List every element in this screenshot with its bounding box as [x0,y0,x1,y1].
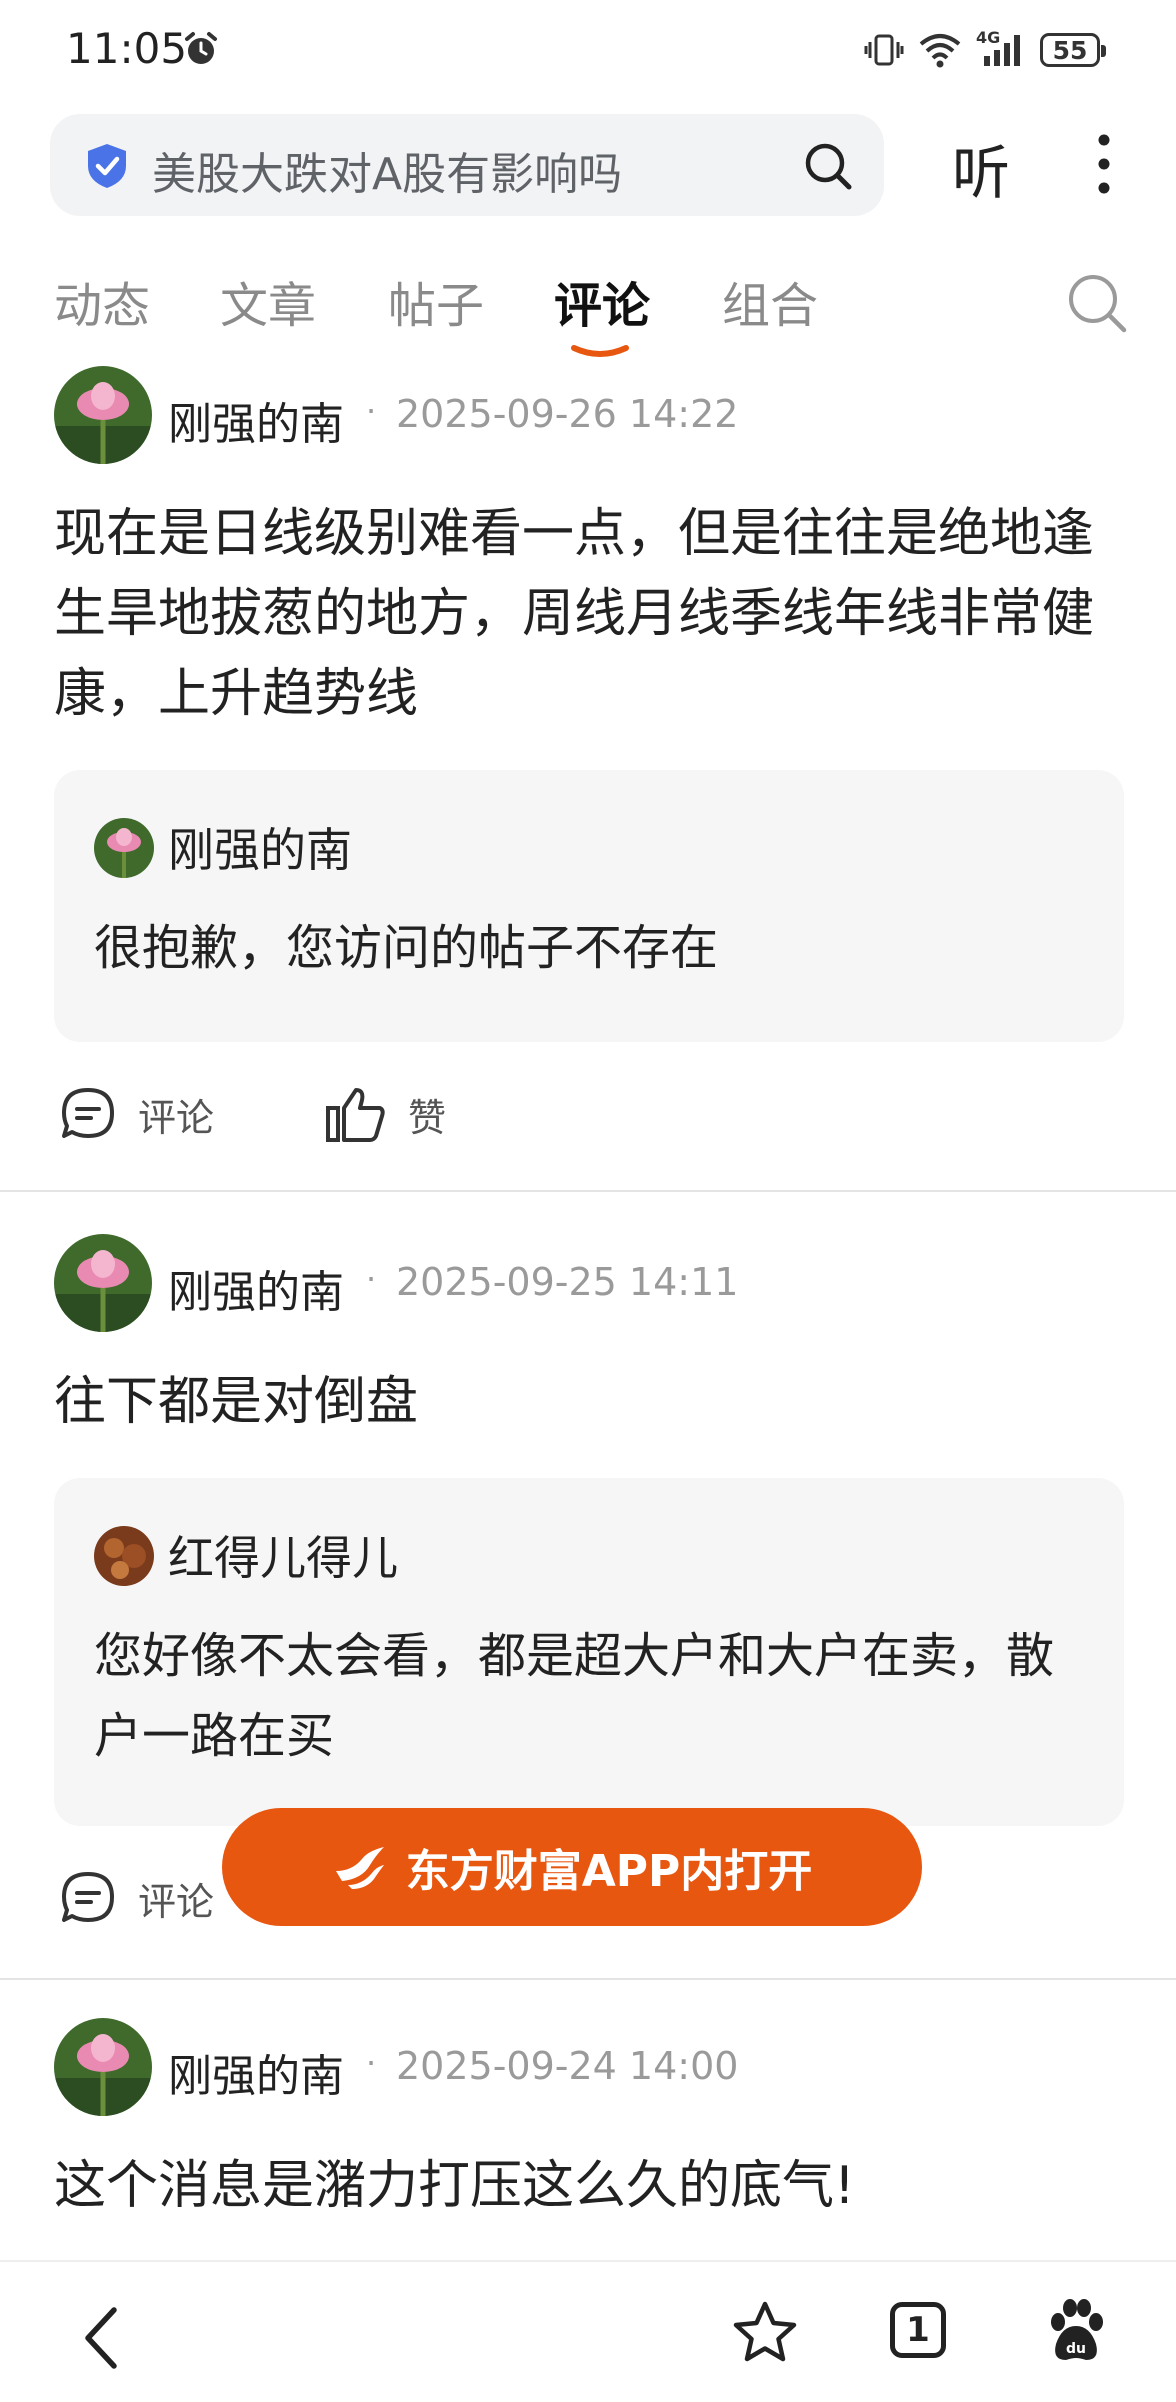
author-name[interactable]: 刚强的南 [168,388,344,452]
baidu-paw-icon[interactable]: du [1044,2296,1108,2366]
vibrate-icon [864,34,904,66]
tab-switcher-button[interactable]: 1 [890,2302,946,2358]
cellular-signal: 4G [976,28,1026,70]
comment-text[interactable]: 这个消息是潴力打压这么久的底气! [54,2146,1130,2226]
quoted-author: 刚强的南 [168,823,352,877]
comment-button[interactable]: 评论 [58,1868,214,1928]
avatar[interactable] [54,2018,152,2116]
tab-pinglun[interactable]: 评论 [554,266,651,357]
avatar [94,1526,154,1586]
post-date: 2025-09-24 14:00 [396,2044,739,2088]
wifi-icon [919,34,961,68]
search-query[interactable]: 美股大跌对A股有影响吗 [152,138,622,202]
back-icon[interactable] [74,2302,130,2374]
like-button[interactable]: 赞 [324,1084,446,1144]
lotus-avatar-icon [54,366,152,464]
tab-active-indicator [571,345,629,357]
lotus-avatar-icon [54,1234,152,1332]
tab-bar: 动态 文章 帖子 评论 组合 [0,260,1176,360]
quoted-text: 您好像不太会看，都是超大户和大户在卖，散户一路在买 [94,1628,1055,1764]
tab-tiezi[interactable]: 帖子 [388,266,484,336]
comment-icon [62,1872,114,1922]
battery-indicator: 55 [1040,33,1106,67]
author-name[interactable]: 刚强的南 [168,1256,344,1320]
open-in-app-label: 东方财富APP内打开 [405,1846,813,1897]
search-bar[interactable]: 美股大跌对A股有影响吗 [50,114,884,216]
author-name[interactable]: 刚强的南 [168,2040,344,2104]
divider [0,1978,1176,1980]
bookmark-star-icon[interactable] [730,2298,800,2368]
lotus-avatar-icon [54,2018,152,2116]
tab-count: 1 [906,2310,930,2350]
avatar [94,818,154,878]
divider [0,1190,1176,1192]
comment-label: 评论 [138,1095,215,1140]
listen-button[interactable]: 听 [952,126,1010,210]
avatar[interactable] [54,1234,152,1332]
comment-label: 评论 [138,1879,215,1924]
avatar[interactable] [54,366,152,464]
comment-button[interactable]: 评论 [58,1084,214,1144]
tab-dongtai[interactable]: 动态 [54,266,150,336]
like-label: 赞 [408,1095,447,1140]
comment-text[interactable]: 现在是日线级别难看一点，但是往往是绝地逢生旱地拔葱的地方，周线月线季线年线非常健… [54,494,1130,734]
search-icon[interactable] [1064,270,1130,336]
eastmoney-logo-icon [335,1847,384,1889]
bottom-nav-bar: 1 du [0,2260,1176,2402]
more-icon[interactable] [1086,130,1122,198]
quoted-post[interactable]: 刚强的南 很抱歉，您访问的帖子不存在 [54,770,1124,1042]
status-bar: 11:05 4G 55 [0,0,1176,100]
search-icon[interactable] [802,140,854,192]
quoted-author: 红得儿得儿 [168,1531,398,1585]
alarm-icon [185,32,217,64]
shield-icon [88,144,126,188]
status-time: 11:05 [66,24,188,73]
thumbs-up-icon [326,1088,385,1142]
quoted-post[interactable]: 红得儿得儿 您好像不太会看，都是超大户和大户在卖，散户一路在买 [54,1478,1124,1826]
tab-pinglun-label: 评论 [554,278,651,334]
lotus-avatar-icon [94,818,154,878]
svg-text:du: du [1066,2341,1086,2357]
signal-icon [984,35,1020,66]
food-avatar-icon [94,1526,154,1586]
tab-wenzhang[interactable]: 文章 [220,266,316,336]
post-date: 2025-09-26 14:22 [396,392,739,436]
separator-dot: · [366,2044,377,2082]
open-in-app-button[interactable]: 东方财富APP内打开 [222,1808,922,1926]
battery-level: 55 [1052,35,1088,65]
separator-dot: · [366,392,377,430]
separator-dot: · [366,1260,377,1298]
comment-text[interactable]: 往下都是对倒盘 [54,1362,1130,1442]
tab-zuhe[interactable]: 组合 [722,266,818,336]
post-date: 2025-09-25 14:11 [396,1260,739,1304]
quoted-text: 很抱歉，您访问的帖子不存在 [94,920,719,976]
comment-icon [62,1088,114,1138]
